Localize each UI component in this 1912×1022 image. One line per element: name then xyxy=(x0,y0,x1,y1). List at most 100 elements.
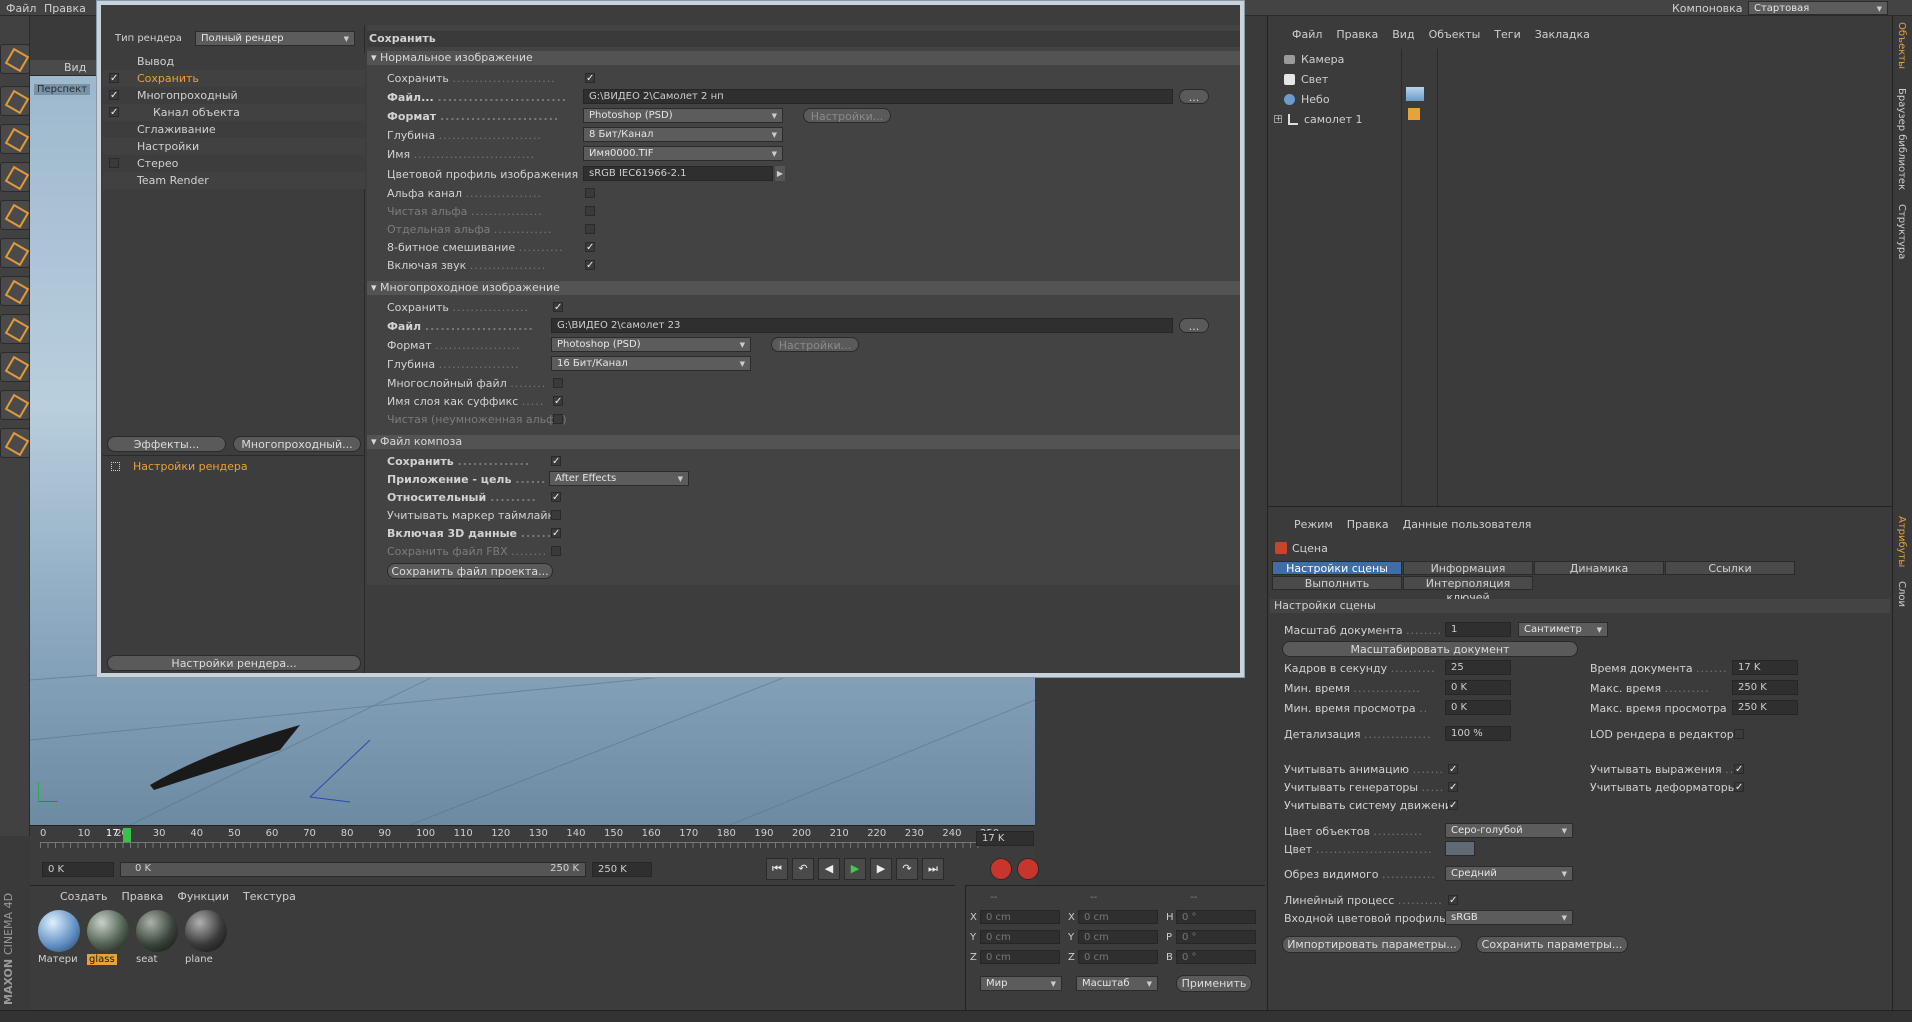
timeline-frame-field[interactable]: 17 K xyxy=(976,831,1034,846)
snap-icon[interactable] xyxy=(0,428,30,458)
dialog-title-strip[interactable] xyxy=(101,5,1240,25)
render-tree-item[interactable]: Сглаживание xyxy=(103,121,365,138)
attr-menu-userdata[interactable]: Данные пользователя xyxy=(1403,518,1532,531)
import-settings-button[interactable]: Импортировать параметры... xyxy=(1282,936,1462,953)
go-start-icon[interactable]: ⏮ xyxy=(766,858,788,880)
material-menu-functions[interactable]: Функции xyxy=(177,890,229,903)
model-mode-icon[interactable] xyxy=(0,124,30,154)
attr-tab[interactable]: Ссылки xyxy=(1665,561,1795,575)
prev-key-icon[interactable]: ↶ xyxy=(792,858,814,880)
phong-tag-icon[interactable] xyxy=(1408,108,1420,120)
material-menu-edit[interactable]: Правка xyxy=(122,890,164,903)
coord-value-field[interactable]: 0 ° xyxy=(1176,950,1256,964)
menu-file[interactable]: Файл xyxy=(6,2,36,15)
object-menu-edit[interactable]: Правка xyxy=(1336,28,1378,41)
lod-render-checkbox[interactable] xyxy=(1734,729,1744,739)
input-profile-dropdown[interactable]: sRGB xyxy=(1445,910,1573,925)
use-deform-checkbox[interactable]: ✓ xyxy=(1734,782,1744,793)
scale-document-button[interactable]: Масштабировать документ xyxy=(1282,641,1578,657)
live-select-icon[interactable] xyxy=(0,86,30,116)
comp-fbx-checkbox[interactable] xyxy=(551,546,561,556)
tab-layers[interactable]: Слои xyxy=(1896,581,1907,607)
timeline-playhead[interactable] xyxy=(123,828,131,842)
material-item[interactable]: glass xyxy=(87,910,129,966)
alpha-checkbox[interactable] xyxy=(585,188,595,198)
normal-options-button[interactable]: Настройки... xyxy=(803,108,891,123)
sound-checkbox[interactable]: ✓ xyxy=(585,260,595,271)
range-slider[interactable]: 0 K 250 K xyxy=(120,862,586,877)
multipass-header[interactable]: ▾ Многопроходное изображение xyxy=(367,281,1240,295)
normal-file-path[interactable]: G:\ВИДЕО 2\Самолет 2 нп xyxy=(583,89,1173,104)
record-icon[interactable] xyxy=(990,858,1012,880)
attr-tab[interactable]: Настройки сцены xyxy=(1272,561,1402,575)
material-item[interactable]: Матери xyxy=(38,910,80,966)
mp-layered-checkbox[interactable] xyxy=(553,378,563,388)
sky-tag-icon[interactable] xyxy=(1406,87,1424,101)
object-menu-objects[interactable]: Объекты xyxy=(1429,28,1481,41)
use-anim-checkbox[interactable]: ✓ xyxy=(1448,764,1458,775)
coord-value-field[interactable]: 0 ° xyxy=(1176,910,1256,924)
normal-profile-field[interactable]: sRGB IEC61966-2.1 xyxy=(583,166,773,181)
attr-menu-edit[interactable]: Правка xyxy=(1347,518,1389,531)
mp-suffix-checkbox[interactable]: ✓ xyxy=(553,396,563,407)
render-tree-checkbox[interactable]: ✓ xyxy=(109,107,119,118)
lod-field[interactable]: 100 % xyxy=(1445,726,1511,741)
normal-browse-button[interactable]: ... xyxy=(1179,89,1209,104)
comp-relative-checkbox[interactable]: ✓ xyxy=(551,492,561,503)
render-tree-checkbox[interactable]: ✓ xyxy=(109,73,119,84)
normal-image-header[interactable]: ▾ Нормальное изображение xyxy=(367,51,1240,65)
tab-attributes[interactable]: Атрибуты xyxy=(1896,516,1907,567)
object-menu-tags[interactable]: Теги xyxy=(1494,28,1520,41)
timeline-ruler[interactable]: 0 10 20 30 40 50 60 70 80 90 100 110 120 130 140 150 160… xyxy=(40,828,999,852)
min-time-field[interactable]: 0 K xyxy=(1445,680,1511,695)
straight-alpha-checkbox[interactable] xyxy=(585,206,595,216)
separate-alpha-checkbox[interactable] xyxy=(585,224,595,234)
axis-icon[interactable] xyxy=(0,314,30,344)
play-icon[interactable]: ▶ xyxy=(844,858,866,880)
move-tool-icon[interactable] xyxy=(0,44,30,74)
render-tree-item[interactable]: ✓ Канал объекта xyxy=(103,104,365,121)
render-tree-item[interactable]: ✓ Сохранить xyxy=(103,70,365,87)
comp-3d-checkbox[interactable]: ✓ xyxy=(551,528,561,539)
normal-name-dropdown[interactable]: Имя0000.TIF xyxy=(583,146,783,161)
coord-space-dropdown[interactable]: Мир xyxy=(980,976,1062,991)
attr-menu-mode[interactable]: Режим xyxy=(1294,518,1333,531)
doc-scale-unit-dropdown[interactable]: Сантиметр xyxy=(1518,622,1608,637)
material-item[interactable]: seat xyxy=(136,910,178,966)
max-time-field[interactable]: 250 K xyxy=(1732,680,1798,695)
menu-edit[interactable]: Правка xyxy=(44,2,86,15)
polygons-mode-icon[interactable] xyxy=(0,276,30,306)
effects-button[interactable]: Эффекты... xyxy=(107,436,226,452)
min-preview-field[interactable]: 0 K xyxy=(1445,700,1511,715)
attr-tab[interactable]: Информация xyxy=(1403,561,1533,575)
coord-value-field[interactable]: 0 cm xyxy=(980,910,1060,924)
color-swatch[interactable] xyxy=(1445,841,1475,856)
layout-dropdown[interactable]: Стартовая xyxy=(1748,1,1888,16)
render-tree-item[interactable]: ✓ Многопроходный xyxy=(103,87,365,104)
render-preset-item[interactable]: Настройки рендера xyxy=(133,460,248,473)
coord-value-field[interactable]: 0 cm xyxy=(1078,910,1158,924)
coord-value-field[interactable]: 0 cm xyxy=(1078,950,1158,964)
use-expr-checkbox[interactable]: ✓ xyxy=(1734,764,1744,775)
expand-icon[interactable]: + xyxy=(1274,115,1282,123)
coord-value-field[interactable]: 0 ° xyxy=(1176,930,1256,944)
mp-format-dropdown[interactable]: Photoshop (PSD) xyxy=(551,337,751,352)
comp-target-dropdown[interactable]: After Effects xyxy=(549,471,689,486)
timeline-track[interactable] xyxy=(40,842,980,848)
profile-arrow-icon[interactable]: ▶ xyxy=(775,166,785,181)
attr-tab[interactable]: Интерполяция ключей xyxy=(1403,576,1533,604)
render-tree-item[interactable]: Team Render xyxy=(103,172,365,189)
normal-save-checkbox[interactable]: ✓ xyxy=(585,73,595,84)
material-menu-texture[interactable]: Текстура xyxy=(243,890,296,903)
material-menu-create[interactable]: Создать xyxy=(60,890,108,903)
max-preview-field[interactable]: 250 K xyxy=(1732,700,1798,715)
attr-tab[interactable]: Выполнить xyxy=(1272,576,1402,590)
start-frame-field[interactable]: 0 K xyxy=(42,862,114,877)
mp-file-path[interactable]: G:\ВИДЕО 2\самолет 23 xyxy=(551,318,1173,333)
object-menu-bookmarks[interactable]: Закладка xyxy=(1535,28,1590,41)
workplane-icon[interactable] xyxy=(0,390,30,420)
linear-checkbox[interactable]: ✓ xyxy=(1448,895,1458,906)
save-settings-button[interactable]: Сохранить параметры... xyxy=(1476,936,1628,953)
object-menu-file[interactable]: Файл xyxy=(1292,28,1322,41)
end-frame-field[interactable]: 250 K xyxy=(592,862,652,877)
